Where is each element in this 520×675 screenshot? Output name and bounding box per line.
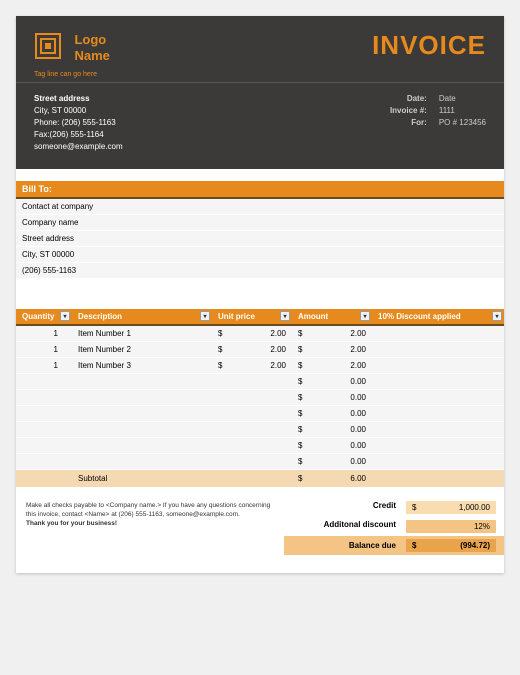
col-amount[interactable]: Amount▾ bbox=[292, 309, 372, 325]
col-unit-price[interactable]: Unit price▾ bbox=[212, 309, 292, 325]
billto-row: (206) 555-1163 bbox=[16, 263, 504, 279]
dropdown-icon[interactable]: ▾ bbox=[492, 311, 502, 321]
table-row: 1Item Number 12.002.00 bbox=[16, 325, 504, 342]
subtotal-row: Subtotal 6.00 bbox=[16, 470, 504, 488]
dropdown-icon[interactable]: ▾ bbox=[360, 311, 370, 321]
table-row: 0.00 bbox=[16, 422, 504, 438]
totals-section: Make all checks payable to <Company name… bbox=[16, 488, 504, 573]
dropdown-icon[interactable]: ▾ bbox=[280, 311, 290, 321]
table-row: 1Item Number 22.002.00 bbox=[16, 342, 504, 358]
invoice-page: Logo Name Tag line can go here INVOICE S… bbox=[16, 16, 504, 573]
billto-row: Street address bbox=[16, 231, 504, 247]
billto-row: Company name bbox=[16, 215, 504, 231]
invoice-meta: Date: Invoice #: For: Date 1111 PO # 123… bbox=[390, 93, 486, 153]
table-row: 0.00 bbox=[16, 406, 504, 422]
billto-row: City, ST 00000 bbox=[16, 247, 504, 263]
payment-notes: Make all checks payable to <Company name… bbox=[16, 498, 284, 555]
header-top: Logo Name Tag line can go here INVOICE bbox=[16, 16, 504, 82]
billto-block: Contact at company Company name Street a… bbox=[16, 199, 504, 279]
items-table: Quantity▾ Description▾ Unit price▾ Amoun… bbox=[16, 309, 504, 488]
invoice-title: INVOICE bbox=[372, 30, 486, 61]
billto-header: Bill To: bbox=[16, 181, 504, 199]
table-row: 0.00 bbox=[16, 374, 504, 390]
totals-block: Credit 1,000.00 Additonal discount 12% B… bbox=[284, 498, 504, 555]
logo-name: Logo Name bbox=[74, 32, 109, 63]
table-row: 0.00 bbox=[16, 390, 504, 406]
col-discount[interactable]: 10% Discount applied▾ bbox=[372, 309, 504, 325]
table-row: 0.00 bbox=[16, 438, 504, 454]
col-quantity[interactable]: Quantity▾ bbox=[16, 309, 72, 325]
sender-address: Street address City, ST 00000 Phone: (20… bbox=[34, 93, 123, 153]
table-row: 0.00 bbox=[16, 454, 504, 470]
billto-row: Contact at company bbox=[16, 199, 504, 215]
col-description[interactable]: Description▾ bbox=[72, 309, 212, 325]
balance-row: Balance due (994.72) bbox=[284, 536, 504, 555]
header-meta: Street address City, ST 00000 Phone: (20… bbox=[16, 82, 504, 169]
discount-row: Additonal discount 12% bbox=[284, 517, 504, 536]
logo-icon bbox=[34, 32, 62, 65]
credit-row: Credit 1,000.00 bbox=[284, 498, 504, 517]
dropdown-icon[interactable]: ▾ bbox=[60, 311, 70, 321]
tagline: Tag line can go here bbox=[34, 71, 486, 78]
table-row: 1Item Number 32.002.00 bbox=[16, 358, 504, 374]
dropdown-icon[interactable]: ▾ bbox=[200, 311, 210, 321]
